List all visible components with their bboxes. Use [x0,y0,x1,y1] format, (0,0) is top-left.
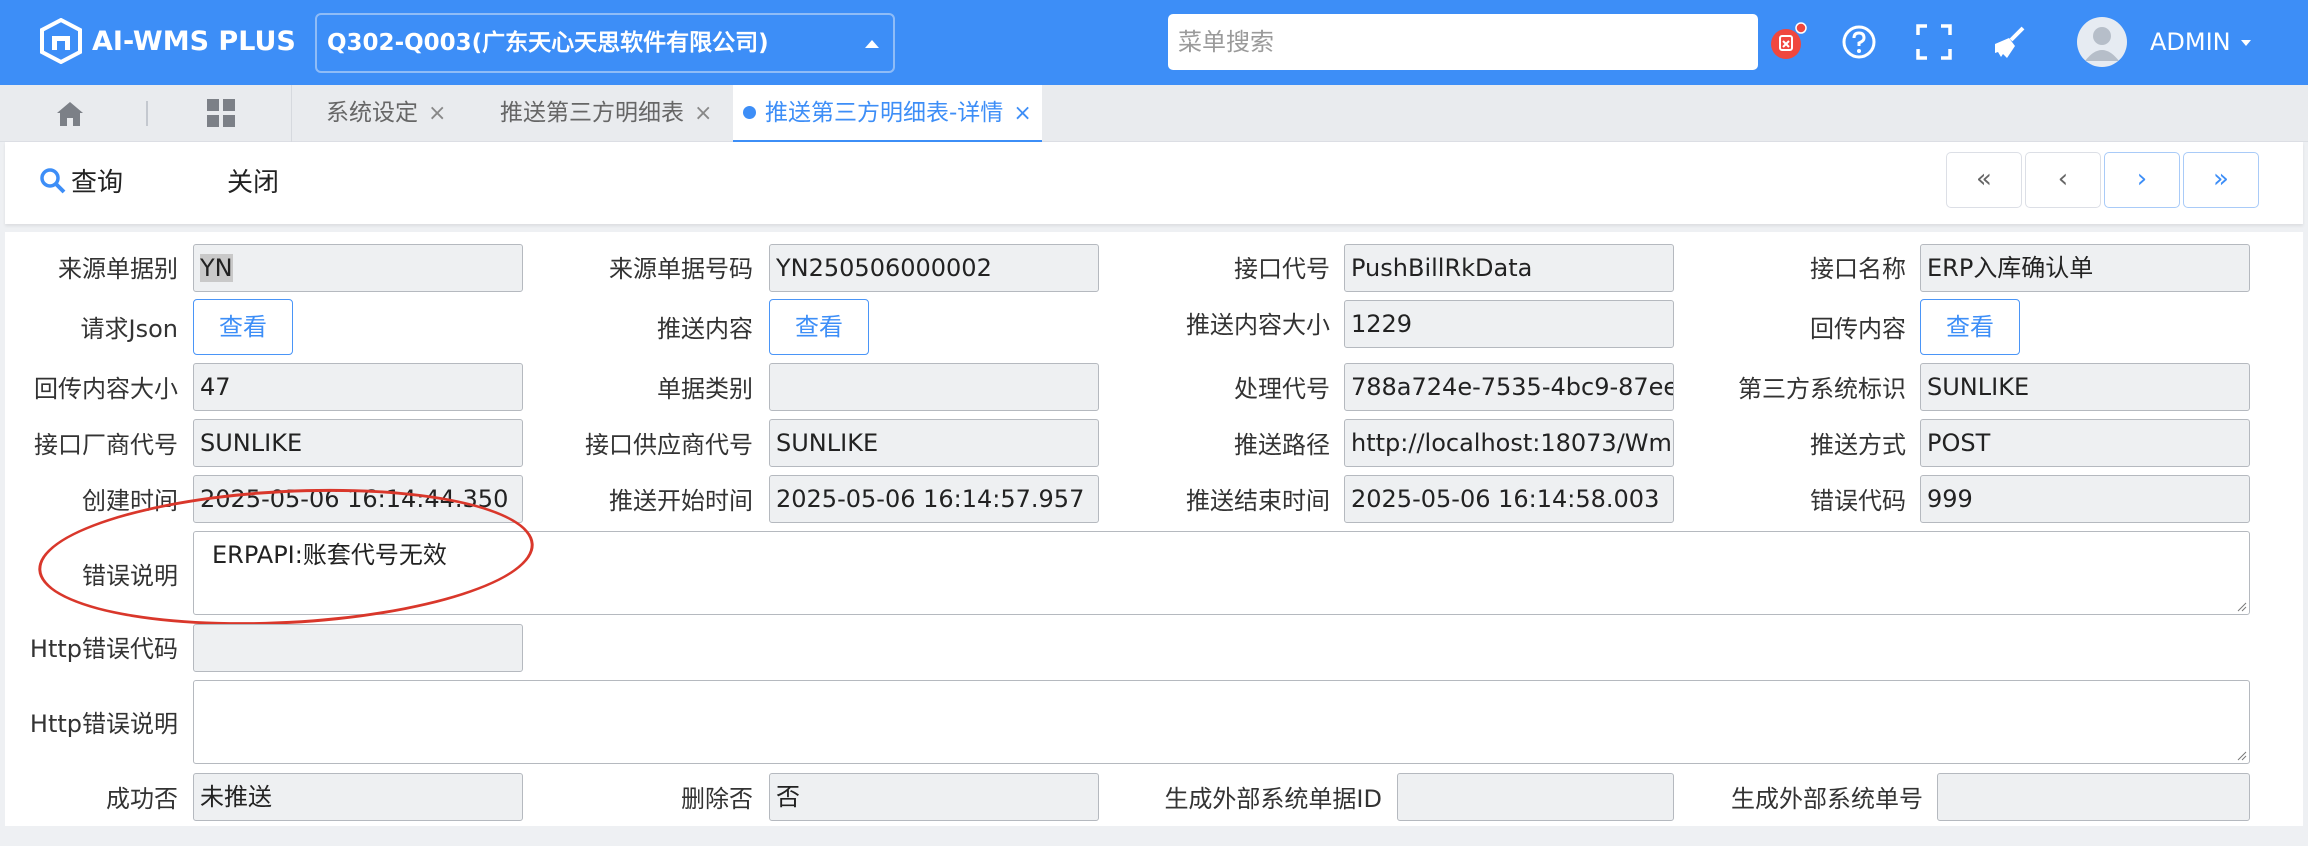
http-error-code-label: Http错误代码 [29,635,178,663]
bottom-strip [0,826,2308,846]
last-page-button[interactable]: » [2183,152,2259,208]
user-icon [2085,27,2119,61]
menu-search-input[interactable] [1168,14,1758,70]
request-json-label: 请求Json [80,315,178,343]
return-content-label: 回传内容 [1810,315,1906,343]
push-start-time-label: 推送开始时间 [609,487,753,515]
push-method-label: 推送方式 [1810,431,1906,459]
view-return-content-button[interactable]: 查看 [1920,299,2020,355]
tab-push-third-party-list[interactable]: 推送第三方明细表 × [500,85,712,142]
process-code-field[interactable]: 788a724e-7535-4bc9-87ee-7 [1344,363,1674,411]
resize-grip-icon[interactable] [2237,602,2247,612]
push-path-field[interactable]: http://localhost:18073/Wms_ [1344,419,1674,467]
push-method-field[interactable]: POST [1920,419,2250,467]
tab-separator [146,101,148,126]
notification-icon[interactable] [1768,22,1808,62]
push-end-time-label: 推送结束时间 [1186,487,1330,515]
caret-up-icon [865,40,879,48]
view-request-json-button[interactable]: 查看 [193,299,293,355]
push-content-size-label: 推送内容大小 [1186,311,1330,339]
supplier-code-field[interactable]: SUNLIKE [769,419,1099,467]
push-end-time-field[interactable]: 2025-05-06 16:14:58.003 [1344,475,1674,523]
avatar[interactable] [2077,17,2127,67]
toolbar: 查询 关闭 « ‹ › » [5,142,2303,224]
prev-page-button[interactable]: ‹ [2025,152,2101,208]
next-page-button[interactable]: › [2104,152,2180,208]
clear-cache-broom-icon[interactable] [1989,22,2029,62]
success-field[interactable]: 未推送 [193,773,523,821]
push-content-size-field[interactable]: 1229 [1344,300,1674,348]
vendor-code-field[interactable]: SUNLIKE [193,419,523,467]
interface-name-label: 接口名称 [1810,255,1906,283]
error-code-field[interactable]: 999 [1920,475,2250,523]
tab-push-third-party-detail[interactable]: 推送第三方明细表-详情 × [733,85,1042,142]
http-error-desc-label: Http错误说明 [29,710,178,738]
fullscreen-icon[interactable] [1914,22,1954,62]
supplier-code-label: 接口供应商代号 [585,431,753,459]
interface-code-field[interactable]: PushBillRkData [1344,244,1674,292]
ext-doc-no-label: 生成外部系统单号 [1731,785,1923,813]
help-icon[interactable] [1839,22,1879,62]
top-header: AI-WMS PLUS Q302-Q003(广东天心天思软件有限公司) ADMI… [0,0,2308,85]
close-icon[interactable]: × [694,101,712,126]
process-code-label: 处理代号 [1234,375,1330,403]
vendor-code-label: 接口厂商代号 [34,431,178,459]
query-label: 查询 [71,168,124,198]
resize-grip-icon[interactable] [2237,751,2247,761]
return-content-size-field[interactable]: 47 [193,363,523,411]
company-select[interactable]: Q302-Q003(广东天心天思软件有限公司) [315,13,895,73]
home-icon[interactable] [55,100,85,128]
interface-name-field[interactable]: ERP入库确认单 [1920,244,2250,292]
interface-code-label: 接口代号 [1234,255,1330,283]
app-title: AI-WMS PLUS [92,26,296,57]
create-time-label: 创建时间 [82,487,178,515]
first-page-button[interactable]: « [1946,152,2022,208]
http-error-desc-textarea[interactable] [193,680,2250,764]
close-icon[interactable]: × [428,101,446,126]
success-label: 成功否 [106,785,178,813]
close-icon[interactable]: × [1013,101,1031,126]
doc-category-label: 单据类别 [657,375,753,403]
user-name[interactable]: ADMIN [2150,22,2231,62]
create-time-field[interactable]: 2025-05-06 16:14:44.350 [193,475,523,523]
push-content-label: 推送内容 [657,315,753,343]
push-path-label: 推送路径 [1234,431,1330,459]
caret-down-icon[interactable] [2241,40,2251,46]
source-doc-no-field[interactable]: YN250506000002 [769,244,1099,292]
query-button[interactable]: 查询 [39,162,123,204]
http-error-code-field[interactable] [193,624,523,672]
third-party-id-field[interactable]: SUNLIKE [1920,363,2250,411]
source-doc-type-label: 来源单据别 [58,255,178,283]
ext-doc-id-field[interactable] [1397,773,1674,821]
tab-label: 推送第三方明细表 [500,100,684,126]
source-doc-type-field[interactable]: YN [193,244,523,292]
tab-divider [291,85,292,142]
tab-system-settings[interactable]: 系统设定 × [326,85,446,142]
third-party-id-label: 第三方系统标识 [1738,375,1906,403]
search-icon [40,168,66,194]
company-select-value: Q302-Q003(广东天心天思软件有限公司) [327,30,769,56]
error-desc-textarea[interactable]: ERPAPI:账套代号无效 [193,531,2250,615]
tab-label: 推送第三方明细表-详情 [765,100,1004,126]
grid-menu-icon[interactable] [206,98,236,128]
error-desc-label: 错误说明 [82,562,178,590]
source-doc-type-value: YN [200,254,233,282]
view-push-content-button[interactable]: 查看 [769,299,869,355]
deleted-field[interactable]: 否 [769,773,1099,821]
tab-label: 系统设定 [326,100,418,126]
push-start-time-field[interactable]: 2025-05-06 16:14:57.957 [769,475,1099,523]
tab-bar: 系统设定 × 推送第三方明细表 × 推送第三方明细表-详情 × [0,85,2308,142]
doc-category-field[interactable] [769,363,1099,411]
source-doc-no-label: 来源单据号码 [609,255,753,283]
error-desc-value: ERPAPI:账套代号无效 [212,541,447,569]
close-button[interactable]: 关闭 [227,162,279,204]
logo-icon [40,18,82,64]
error-code-label: 错误代码 [1810,487,1906,515]
ext-doc-id-label: 生成外部系统单据ID [1164,785,1382,813]
return-content-size-label: 回传内容大小 [34,375,178,403]
active-dot-icon [743,106,756,119]
ext-doc-no-field[interactable] [1937,773,2250,821]
deleted-label: 删除否 [681,785,753,813]
